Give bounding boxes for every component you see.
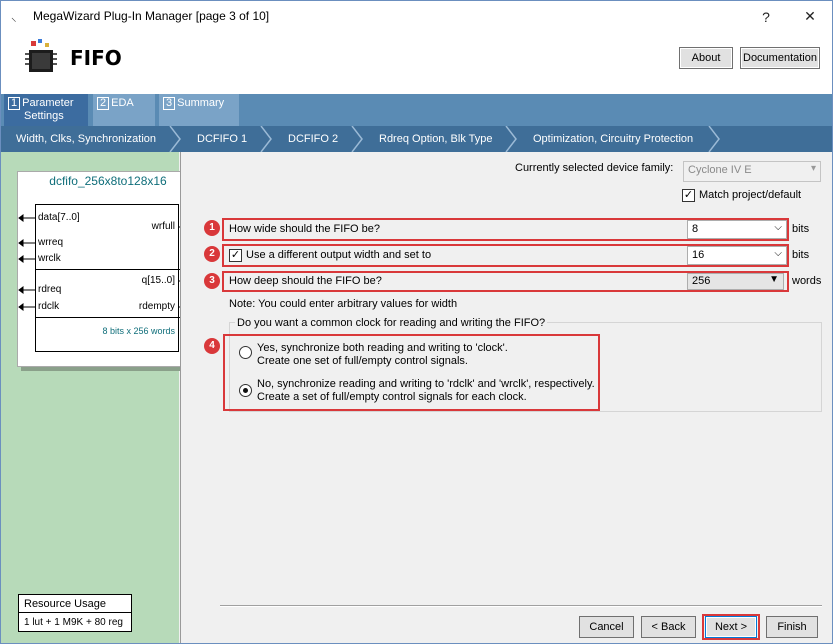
step-badge: 4	[204, 338, 220, 354]
footer-divider-highlight	[220, 606, 822, 607]
back-button[interactable]: < Back	[641, 616, 696, 638]
fifo-chip-icon	[25, 39, 57, 72]
width-select[interactable]: 8 ⌵	[687, 220, 787, 239]
finish-button[interactable]: Finish	[766, 616, 818, 638]
tab-number: 2	[97, 97, 110, 110]
chevron-right-icon	[260, 126, 272, 152]
resource-usage-title: Resource Usage	[19, 595, 131, 613]
match-project-checkbox[interactable]: ✓	[682, 189, 695, 202]
clock-group-label: Do you want a common clock for reading a…	[235, 317, 548, 329]
tab-label: Parameter	[22, 97, 74, 109]
width-unit: bits	[792, 223, 810, 235]
chevron-right-icon	[169, 126, 181, 152]
tab-label: Summary	[177, 97, 225, 109]
chevron-down-icon: ▾	[810, 163, 816, 174]
output-width-checkbox[interactable]: ✓	[229, 249, 242, 262]
subnav-item[interactable]: DCFIFO 2	[288, 133, 338, 145]
tab-bar: 1 Parameter Settings 2 EDA 3 Summary	[1, 94, 832, 126]
width-value: 8	[692, 223, 699, 235]
separate-clock-radio[interactable]	[239, 384, 252, 397]
tab-label: EDA	[111, 97, 134, 109]
width-note: Note: You could enter arbitrary values f…	[229, 298, 458, 310]
tab-number: 1	[8, 97, 21, 110]
device-family-value: Cyclone IV E	[688, 164, 752, 176]
tab-number: 3	[163, 97, 176, 110]
subnav-item[interactable]: Optimization, Circuitry Protection	[533, 133, 693, 145]
depth-select[interactable]: 256 ▼	[687, 273, 784, 290]
close-icon[interactable]: ✕	[788, 1, 832, 32]
device-family-select[interactable]: Cyclone IV E ▾	[683, 161, 821, 182]
tab-summary[interactable]: 3 Summary	[159, 94, 239, 126]
documentation-button[interactable]: Documentation	[740, 47, 820, 69]
subnav-item[interactable]: Rdreq Option, Blk Type	[379, 133, 493, 145]
chevron-right-icon	[505, 126, 517, 152]
device-family-label: Currently selected device family:	[515, 162, 674, 174]
subnav-item[interactable]: DCFIFO 1	[197, 133, 247, 145]
step-badge: 1	[204, 220, 220, 236]
separate-clock-line1: No, synchronize reading and writing to '…	[257, 378, 595, 390]
separate-clock-line2: Create a set of full/empty control signa…	[257, 391, 527, 403]
radio-selected-dot	[243, 388, 248, 393]
step-badge: 2	[204, 246, 220, 262]
tab-eda[interactable]: 2 EDA	[93, 94, 155, 126]
step-badge: 3	[204, 273, 220, 289]
tab-parameter-settings[interactable]: 1 Parameter Settings	[4, 94, 88, 126]
header: FIFO About Documentation	[1, 32, 832, 94]
subnav-item[interactable]: Width, Clks, Synchronization	[16, 133, 156, 145]
chevron-down-icon: ⌵	[774, 222, 782, 233]
page-breadcrumb: Width, Clks, Synchronization DCFIFO 1 DC…	[1, 126, 832, 152]
width-label: How wide should the FIFO be?	[229, 223, 381, 235]
wizard-icon: ⸜	[11, 12, 17, 24]
depth-unit: words	[792, 275, 822, 287]
depth-value: 256	[692, 275, 711, 287]
about-button[interactable]: About	[679, 47, 733, 69]
wizard-window: ⸜ MegaWizard Plug-In Manager [page 3 of …	[0, 0, 833, 644]
help-icon[interactable]: ?	[744, 1, 788, 32]
chevron-down-icon: ⌵	[774, 248, 782, 259]
fifo-symbol: dcfifo_256x8to128x16 data[7..0] wrreq wr…	[17, 171, 197, 367]
common-clock-line2: Create one set of full/empty control sig…	[257, 355, 468, 367]
chevron-right-icon	[351, 126, 363, 152]
output-width-select[interactable]: 16 ⌵	[687, 246, 787, 265]
common-clock-radio[interactable]	[239, 346, 252, 359]
next-button[interactable]: Next >	[705, 616, 757, 638]
resource-usage-box: Resource Usage 1 lut + 1 M9K + 80 reg	[18, 594, 132, 632]
caret-down-icon: ▼	[769, 274, 779, 285]
output-width-label: Use a different output width and set to	[246, 249, 432, 261]
chevron-right-icon	[708, 126, 720, 152]
resource-usage-value: 1 lut + 1 M9K + 80 reg	[24, 617, 123, 628]
window-title: MegaWizard Plug-In Manager [page 3 of 10…	[33, 9, 270, 23]
match-project-label: Match project/default	[699, 189, 802, 201]
depth-label: How deep should the FIFO be?	[229, 275, 382, 287]
common-clock-line1: Yes, synchronize both reading and writin…	[257, 342, 508, 354]
title-bar: ⸜ MegaWizard Plug-In Manager [page 3 of …	[1, 1, 832, 32]
cancel-button[interactable]: Cancel	[579, 616, 634, 638]
port-arrows-icon	[18, 214, 197, 311]
output-width-unit: bits	[792, 249, 810, 261]
tab-label-line2: Settings	[24, 110, 64, 122]
output-width-value: 16	[692, 249, 705, 261]
symbol-title: dcfifo_256x8to128x16	[49, 174, 167, 188]
page-title: FIFO	[70, 46, 122, 70]
